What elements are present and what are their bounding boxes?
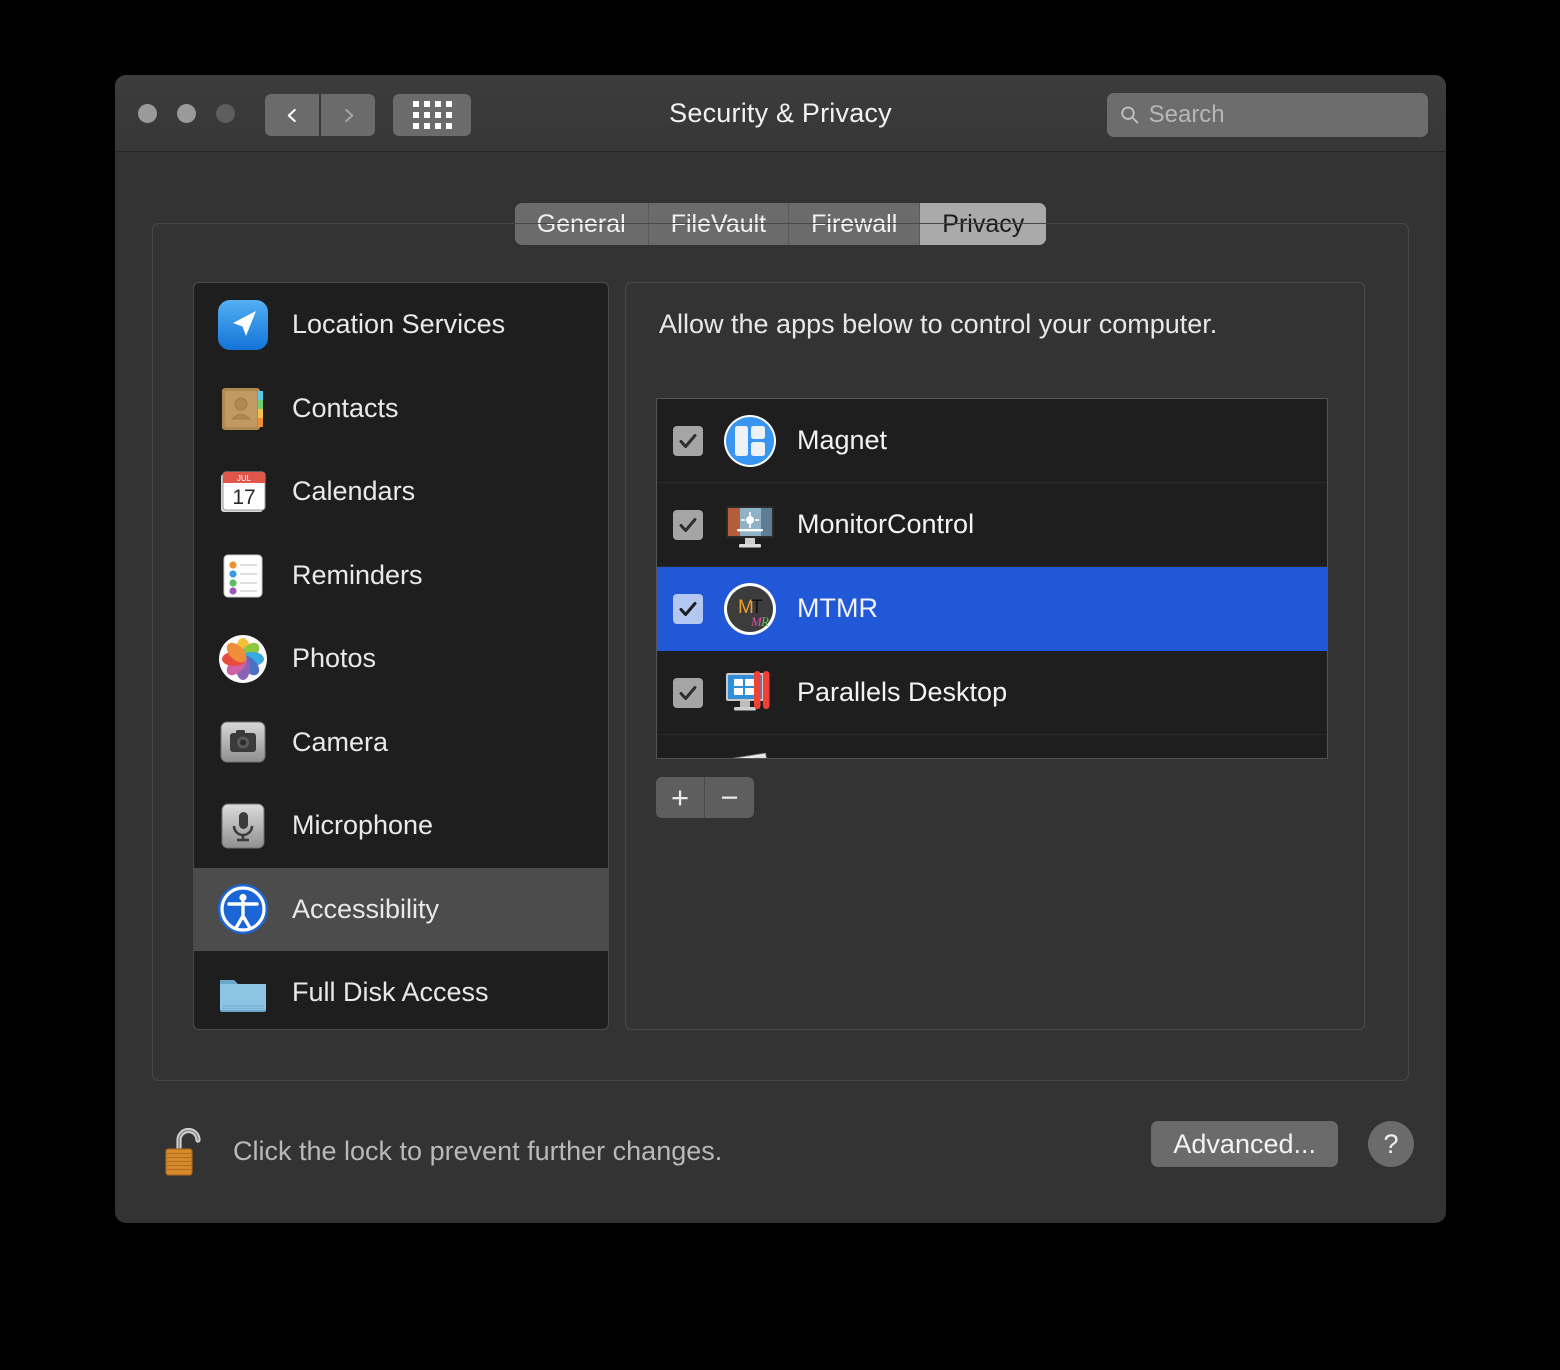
advanced-button[interactable]: Advanced...	[1151, 1121, 1338, 1167]
accessibility-icon	[214, 880, 272, 938]
lock-message: Click the lock to prevent further change…	[233, 1136, 722, 1167]
mtmr-app-icon: M T M R	[721, 580, 779, 638]
parallels-desktop-app-icon	[721, 664, 779, 722]
window-footer: Click the lock to prevent further change…	[115, 1095, 1446, 1223]
remove-app-button[interactable]: −	[705, 777, 754, 818]
app-row-monitorcontrol[interactable]: MonitorControl	[657, 483, 1327, 567]
app-checkbox[interactable]	[673, 510, 703, 540]
app-row-magnet[interactable]: Magnet	[657, 399, 1327, 483]
window-title-text: Security & Privacy	[669, 98, 892, 129]
sidebar-item-label: Photos	[292, 643, 376, 674]
app-name: Parallels Desktop	[797, 677, 1007, 708]
checkmark-icon	[677, 682, 699, 704]
search-input[interactable]	[1149, 101, 1416, 129]
app-row-partial[interactable]	[657, 735, 1327, 759]
magnet-app-icon	[721, 412, 779, 470]
lock-button[interactable]	[155, 1120, 219, 1184]
svg-text:R: R	[760, 614, 769, 629]
sidebar-item-accessibility[interactable]: Accessibility	[194, 868, 608, 952]
checkmark-icon	[677, 430, 699, 452]
sidebar-item-full-disk-access[interactable]: Full Disk Access	[194, 951, 608, 1030]
app-checkbox[interactable]	[673, 678, 703, 708]
accessibility-detail-panel: Allow the apps below to control your com…	[625, 282, 1365, 1030]
sidebar-item-microphone[interactable]: Microphone	[194, 784, 608, 868]
checkmark-icon	[677, 598, 699, 620]
reminders-icon	[214, 546, 272, 604]
checkmark-icon	[677, 514, 699, 536]
help-button[interactable]: ?	[1368, 1121, 1414, 1167]
remove-app-label: −	[720, 782, 738, 813]
sidebar-item-label: Camera	[292, 727, 388, 758]
sidebar-item-label: Accessibility	[292, 894, 439, 925]
allow-apps-heading: Allow the apps below to control your com…	[659, 309, 1217, 340]
search-icon	[1119, 103, 1141, 127]
help-button-label: ?	[1383, 1129, 1398, 1160]
sidebar-item-contacts[interactable]: Contacts	[194, 367, 608, 451]
app-name: MonitorControl	[797, 509, 974, 540]
allowed-apps-list[interactable]: Magnet	[656, 398, 1328, 759]
calendar-icon: JUL 17	[214, 463, 272, 521]
preview-app-icon	[721, 748, 779, 760]
folder-icon	[214, 964, 272, 1022]
privacy-category-list[interactable]: Location Services Contacts	[193, 282, 609, 1030]
location-services-icon	[214, 296, 272, 354]
add-app-button[interactable]: +	[656, 777, 705, 818]
app-row-parallels-desktop[interactable]: Parallels Desktop	[657, 651, 1327, 735]
sidebar-item-location-services[interactable]: Location Services	[194, 283, 608, 367]
sidebar-item-reminders[interactable]: Reminders	[194, 534, 608, 618]
add-app-label: +	[671, 782, 689, 813]
camera-icon	[214, 713, 272, 771]
sidebar-item-camera[interactable]: Camera	[194, 701, 608, 785]
search-field[interactable]	[1107, 93, 1428, 137]
app-checkbox[interactable]	[673, 426, 703, 456]
advanced-button-label: Advanced...	[1173, 1129, 1316, 1160]
sidebar-item-calendars[interactable]: JUL 17 Calendars	[194, 450, 608, 534]
app-name: MTMR	[797, 593, 878, 624]
sidebar-item-photos[interactable]: Photos	[194, 617, 608, 701]
app-name: Magnet	[797, 425, 887, 456]
photos-icon	[214, 630, 272, 688]
monitorcontrol-app-icon	[721, 496, 779, 554]
security-privacy-window: Security & Privacy General FileVault Fir…	[115, 75, 1446, 1223]
svg-text:JUL: JUL	[237, 474, 252, 483]
sidebar-item-label: Calendars	[292, 476, 415, 507]
microphone-icon	[214, 797, 272, 855]
add-remove-buttons: + −	[656, 777, 754, 818]
sidebar-item-label: Contacts	[292, 393, 399, 424]
app-row-mtmr[interactable]: M T M R MTMR	[657, 567, 1327, 651]
unlocked-padlock-icon	[157, 1122, 217, 1182]
sidebar-item-label: Microphone	[292, 810, 433, 841]
sidebar-item-label: Location Services	[292, 309, 505, 340]
svg-text:17: 17	[232, 486, 255, 509]
sidebar-item-label: Full Disk Access	[292, 977, 489, 1008]
contacts-icon	[214, 379, 272, 437]
window-titlebar: Security & Privacy	[115, 75, 1446, 152]
sidebar-item-label: Reminders	[292, 560, 423, 591]
app-checkbox[interactable]	[673, 594, 703, 624]
